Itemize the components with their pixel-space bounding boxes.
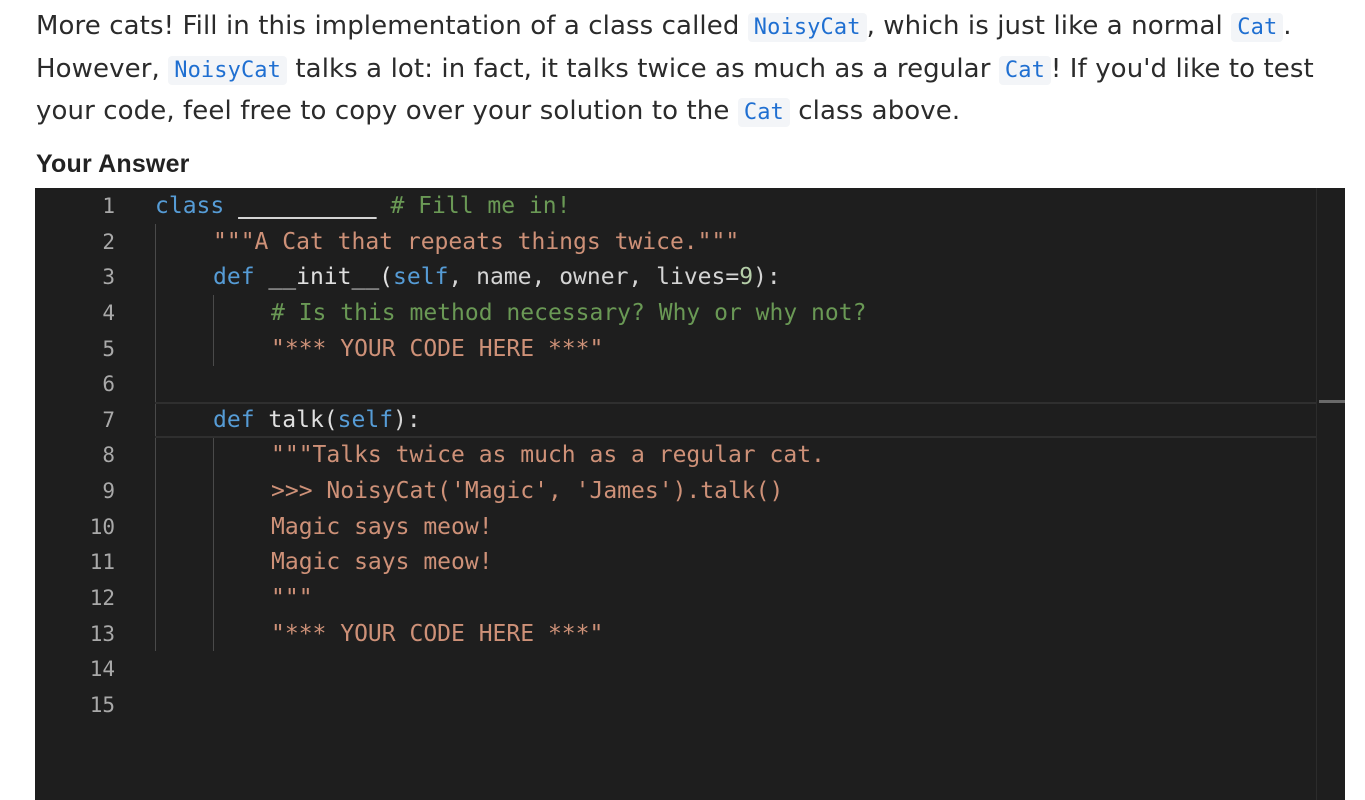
string: "*** YOUR CODE HERE ***" — [271, 621, 604, 647]
prompt-text: , which is just like a normal — [866, 11, 1232, 41]
line-number: 15 — [89, 693, 115, 717]
line-number: 3 — [102, 265, 115, 289]
code-line[interactable]: """A Cat that repeats things twice.""" — [155, 224, 1317, 260]
code-line[interactable]: Magic says meow! — [155, 544, 1317, 580]
inline-code: Cat — [737, 98, 790, 127]
code-line[interactable] — [155, 651, 1317, 687]
code-line[interactable]: "*** YOUR CODE HERE ***" — [155, 616, 1317, 652]
line-number-gutter: 1 2 3 4 5 6 7 8 9 10 11 12 13 14 15 — [35, 188, 115, 800]
answer-heading: Your Answer — [36, 150, 190, 178]
code-line[interactable]: # Is this method necessary? Why or why n… — [155, 295, 1317, 331]
scrollbar-cursor-marker — [1319, 400, 1345, 403]
line-number: 9 — [102, 479, 115, 503]
code-line[interactable]: def __init__(self, name, owner, lives=9)… — [155, 259, 1317, 295]
code-line[interactable]: """Talks twice as much as a regular cat. — [155, 437, 1317, 473]
code-line[interactable]: "*** YOUR CODE HERE ***" — [155, 331, 1317, 367]
prompt-text: class above. — [789, 96, 961, 126]
vertical-scrollbar[interactable] — [1316, 188, 1345, 800]
docstring: """A Cat that repeats things twice.""" — [213, 229, 740, 255]
prompt-text: talks a lot: in fact, it talks twice as … — [287, 53, 999, 84]
line-number: 10 — [89, 515, 115, 539]
code-line-current[interactable]: def talk(self): — [155, 402, 1317, 438]
docstring: """Talks twice as much as a regular cat. — [271, 442, 825, 468]
code-line[interactable] — [155, 687, 1317, 723]
fill-in-blank: __________ — [238, 193, 377, 219]
function-name: __init__( — [268, 264, 394, 290]
keyword: def — [213, 407, 255, 433]
inline-code: NoisyCat — [747, 13, 867, 42]
punctuation: ): — [393, 407, 421, 433]
line-number: 2 — [102, 230, 115, 254]
line-number: 11 — [89, 550, 115, 574]
code-line[interactable]: >>> NoisyCat('Magic', 'James').talk() — [155, 473, 1317, 509]
docstring: Magic says meow! — [271, 514, 493, 540]
line-number: 8 — [102, 443, 115, 467]
inline-code: Cat — [1231, 13, 1284, 42]
code-line[interactable]: """ — [155, 580, 1317, 616]
inline-code: NoisyCat — [168, 55, 287, 85]
line-number: 1 — [102, 194, 115, 218]
self-param: self — [393, 264, 449, 290]
code-area[interactable]: class __________ # Fill me in! """A Cat … — [155, 188, 1317, 800]
docstring: >>> NoisyCat('Magic', 'James').talk() — [271, 478, 784, 504]
punctuation: ): — [753, 264, 781, 290]
keyword: class — [155, 193, 225, 219]
line-number: 14 — [89, 657, 115, 681]
line-number: 12 — [89, 586, 115, 610]
question-text: More cats! Fill in this implementation o… — [36, 6, 1336, 134]
comment: # Is this method necessary? Why or why n… — [271, 300, 867, 326]
docstring: Magic says meow! — [271, 549, 493, 575]
inline-code: Cat — [998, 55, 1051, 85]
line-number: 7 — [102, 408, 115, 432]
line-number: 5 — [102, 337, 115, 361]
prompt-text: More cats! Fill in this implementation o… — [36, 11, 748, 41]
line-number: 13 — [89, 622, 115, 646]
code-line[interactable] — [155, 366, 1317, 402]
function-name: talk( — [268, 407, 338, 433]
code-editor[interactable]: 1 2 3 4 5 6 7 8 9 10 11 12 13 14 15 clas… — [35, 188, 1345, 800]
string: "*** YOUR CODE HERE ***" — [271, 336, 604, 362]
number: 9 — [739, 264, 754, 290]
keyword: def — [213, 264, 255, 290]
code-line[interactable]: class __________ # Fill me in! — [155, 188, 1317, 224]
line-number: 4 — [102, 301, 115, 325]
self-param: self — [337, 407, 394, 433]
params: , name, owner, lives= — [448, 264, 740, 290]
comment: # Fill me in! — [390, 193, 571, 219]
line-number: 6 — [102, 372, 115, 396]
docstring: """ — [271, 585, 313, 611]
code-line[interactable]: Magic says meow! — [155, 509, 1317, 545]
